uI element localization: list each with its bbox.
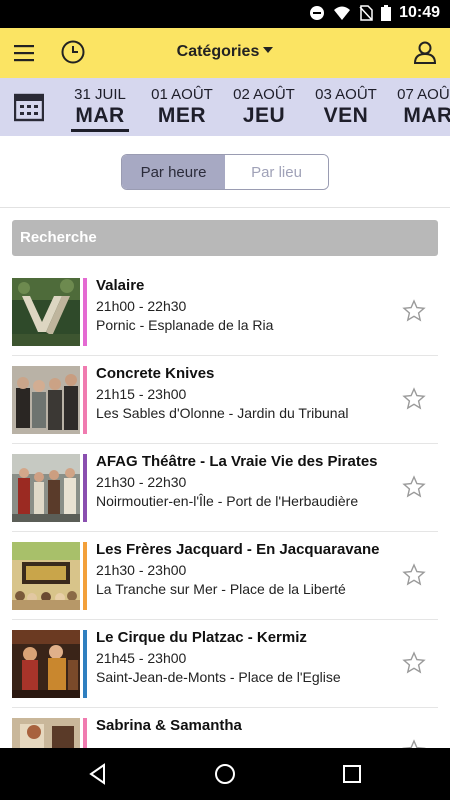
- event-row[interactable]: Le Cirque du Platzac - Kermiz 21h45 - 23…: [12, 620, 438, 708]
- weekday-label: MAR: [403, 104, 450, 127]
- event-time: 21h30 - 23h00: [96, 562, 187, 578]
- date-tab-31-juil[interactable]: 31 JUIL MAR: [60, 86, 140, 132]
- event-place: Saint-Jean-de-Monts - Place de l'Eglise: [96, 669, 341, 685]
- event-place: La Tranche sur Mer - Place de la Liberté: [96, 581, 346, 597]
- weekday-label: VEN: [323, 104, 369, 127]
- segment-by-hour[interactable]: Par heure: [122, 155, 225, 189]
- category-color-bar: [83, 454, 87, 522]
- status-bar: 10:49: [0, 0, 450, 28]
- event-thumbnail: [12, 366, 80, 434]
- event-place: Noirmoutier-en-l'Île - Port de l'Herbaud…: [96, 493, 359, 509]
- date-label: 01 AOÛT: [151, 86, 213, 103]
- star-icon[interactable]: [402, 299, 426, 323]
- calendar-icon[interactable]: [14, 92, 44, 122]
- star-icon[interactable]: [402, 387, 426, 411]
- event-time: 21h15 - 23h00: [96, 386, 187, 402]
- back-icon[interactable]: [86, 762, 110, 786]
- date-label: 02 AOÛT: [233, 86, 295, 103]
- battery-icon: [381, 5, 392, 21]
- category-color-bar: [83, 542, 87, 610]
- date-label: 31 JUIL: [74, 86, 126, 103]
- event-thumbnail: [12, 630, 80, 698]
- event-place: Pornic - Esplanade de la Ria: [96, 317, 274, 333]
- event-thumbnail: [12, 278, 80, 346]
- dnd-icon: [310, 6, 325, 20]
- category-color-bar: [83, 278, 87, 346]
- event-row[interactable]: Les Frères Jacquard - En Jacquaravane 21…: [12, 532, 438, 620]
- event-title: Le Cirque du Platzac - Kermiz: [96, 629, 307, 646]
- date-tab-07-aout[interactable]: 07 AOÛT MAR: [388, 86, 450, 128]
- event-time: 21h00 - 22h30: [96, 298, 187, 314]
- category-color-bar: [83, 630, 87, 698]
- event-list[interactable]: Recherche Valaire 21h00 - 22h30 Pornic -…: [0, 208, 450, 748]
- categories-label: Catégories: [176, 43, 260, 60]
- category-color-bar: [83, 366, 87, 434]
- star-icon[interactable]: [402, 563, 426, 587]
- star-icon[interactable]: [402, 475, 426, 499]
- star-icon[interactable]: [402, 651, 426, 675]
- event-time: 21h45 - 23h00: [96, 650, 187, 666]
- sort-segmented-control: Par heure Par lieu: [121, 154, 329, 190]
- categories-dropdown[interactable]: Catégories: [0, 43, 450, 61]
- date-tab-01-aout[interactable]: 01 AOÛT MER: [142, 86, 222, 128]
- star-icon[interactable]: [402, 739, 426, 748]
- event-time: 21h30 - 22h30: [96, 474, 187, 490]
- date-tab-02-aout[interactable]: 02 AOÛT JEU: [224, 86, 304, 128]
- date-label: 03 AOÛT: [315, 86, 377, 103]
- search-bar[interactable]: Recherche: [12, 220, 438, 256]
- event-title: Valaire: [96, 277, 145, 294]
- event-title: Concrete Knives: [96, 365, 215, 382]
- clock: 10:49: [399, 4, 440, 21]
- event-thumbnail: [12, 454, 80, 522]
- wifi-icon: [334, 6, 351, 20]
- date-selector: 31 JUIL MAR 01 AOÛT MER 02 AOÛT JEU 03 A…: [0, 78, 450, 136]
- event-title: Sabrina & Samantha: [96, 717, 242, 734]
- date-label: 07 AOÛT: [397, 86, 450, 103]
- event-thumbnail: [12, 542, 80, 610]
- date-tab-03-aout[interactable]: 03 AOÛT VEN: [306, 86, 386, 128]
- weekday-label: MAR: [71, 104, 129, 132]
- event-row[interactable]: Valaire 21h00 - 22h30 Pornic - Esplanade…: [12, 268, 438, 356]
- weekday-label: JEU: [242, 104, 286, 127]
- recents-icon[interactable]: [340, 762, 364, 786]
- event-row[interactable]: AFAG Théâtre - La Vraie Vie des Pirates …: [12, 444, 438, 532]
- app-toolbar: Catégories: [0, 28, 450, 78]
- home-icon[interactable]: [213, 762, 237, 786]
- segment-by-place[interactable]: Par lieu: [225, 155, 328, 189]
- event-place: Les Sables d'Olonne - Jardin du Tribunal: [96, 405, 349, 421]
- no-sim-icon: [359, 5, 373, 21]
- event-row[interactable]: Concrete Knives 21h15 - 23h00 Les Sables…: [12, 356, 438, 444]
- weekday-label: MER: [157, 104, 207, 127]
- caret-down-icon: [263, 46, 274, 53]
- system-nav-bar: [0, 748, 450, 800]
- event-title: Les Frères Jacquard - En Jacquaravane: [96, 541, 380, 558]
- event-thumbnail: [12, 718, 80, 748]
- category-color-bar: [83, 718, 87, 748]
- user-icon[interactable]: [412, 39, 438, 65]
- event-row[interactable]: Sabrina & Samantha: [12, 708, 438, 748]
- event-title: AFAG Théâtre - La Vraie Vie des Pirates: [96, 453, 378, 470]
